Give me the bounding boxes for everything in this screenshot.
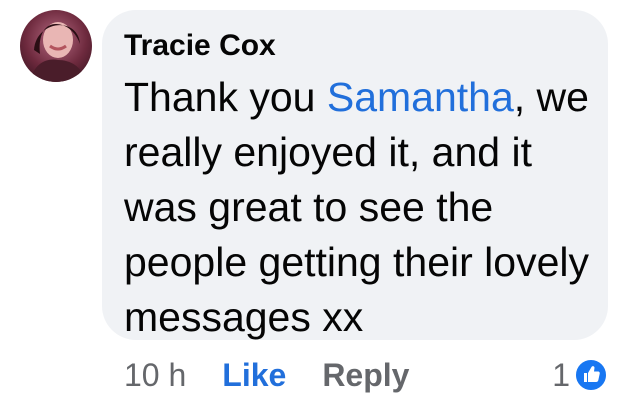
avatar[interactable] (20, 10, 92, 82)
avatar-image (20, 10, 92, 82)
comment-text-start: Thank you (124, 74, 327, 120)
comment-timestamp[interactable]: 10 h (124, 357, 186, 394)
reply-button[interactable]: Reply (322, 357, 409, 394)
like-button[interactable]: Like (222, 357, 286, 394)
mention-link[interactable]: Samantha (327, 74, 514, 120)
comment-author[interactable]: Tracie Cox (124, 28, 586, 64)
comment-text: Thank you Samantha, we really enjoyed it… (124, 70, 594, 345)
reaction-summary[interactable]: 1 (552, 352, 608, 398)
comment: Tracie Cox Thank you Samantha, we really… (0, 0, 630, 416)
reaction-count: 1 (552, 356, 570, 393)
thumbs-up-icon (574, 358, 608, 392)
comment-bubble: Tracie Cox Thank you Samantha, we really… (102, 10, 608, 340)
comment-actions: 10 h Like Reply (124, 352, 409, 398)
